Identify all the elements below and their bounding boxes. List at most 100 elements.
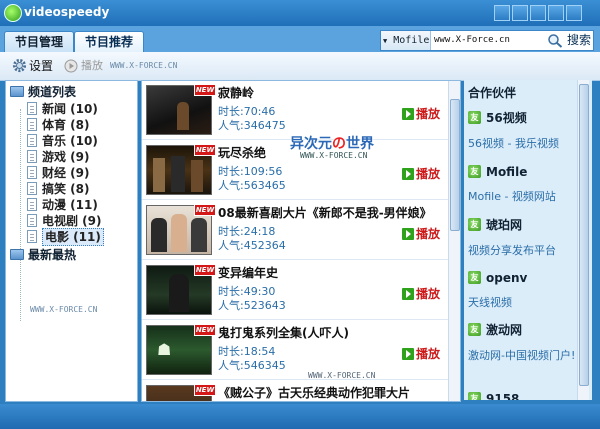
scrollbar-thumb[interactable]: [450, 99, 460, 231]
status-bar: [0, 404, 600, 429]
minimize-button[interactable]: [530, 5, 546, 21]
search-engine-select[interactable]: ▼ Mofile: [381, 31, 431, 50]
tree-item-label: 新闻 (10): [42, 102, 98, 116]
play-button-label: 播放: [416, 167, 441, 181]
tree-item-label: 音乐 (10): [42, 134, 98, 148]
play-button-label: 播放: [416, 347, 441, 361]
video-title[interactable]: 变异编年史: [218, 264, 278, 281]
tree-guide-line: [20, 109, 21, 321]
video-row[interactable]: NEW 变异编年史 时长:49:30 人气:523643 播放: [142, 261, 448, 320]
tree-root-label: 频道列表: [28, 85, 77, 99]
play-icon: [402, 348, 414, 360]
search-engine-label: Mofile: [393, 35, 430, 46]
chevron-down-icon: ▼: [383, 37, 388, 45]
tree-item-label: 动漫 (11): [42, 198, 98, 212]
thumbnail-figure: [153, 158, 165, 192]
video-row[interactable]: NEW 寂静岭 时长:70:46 人气:346475 播放: [142, 81, 448, 140]
tree-item-label: 体育 (8): [42, 118, 90, 132]
play-icon: [402, 108, 414, 120]
video-title[interactable]: 鬼打鬼系列全集(人吓人): [218, 324, 349, 341]
thumbnail-figure: [151, 218, 167, 252]
scrollbar-thumb[interactable]: [579, 84, 589, 386]
new-badge: NEW: [194, 144, 216, 156]
thumbnail-figure: [171, 214, 187, 252]
tree-item-label: 电影 (11): [42, 228, 104, 246]
play-icon: [402, 228, 414, 240]
video-row[interactable]: NEW 《贼公子》古天乐经典动作犯罪大片: [142, 381, 448, 401]
toolbar: 设置 播放 WWW.X-FORCE.CN: [0, 52, 600, 81]
new-badge: NEW: [194, 264, 216, 276]
list-watermark: WWW.X-FORCE.CN: [308, 371, 376, 380]
video-title[interactable]: 08最新喜剧大片《新郎不是我-男伴娘》: [218, 204, 432, 221]
tree-item-label: 游戏 (9): [42, 150, 90, 164]
tree-item-label: 电视剧 (9): [42, 214, 102, 228]
video-title[interactable]: 玩尽杀绝: [218, 144, 266, 161]
video-popularity: 人气:452364: [218, 239, 286, 252]
play-icon: [402, 168, 414, 180]
partners-scrollbar[interactable]: [577, 80, 589, 400]
search-icon: [548, 34, 563, 48]
menu-button[interactable]: [512, 5, 528, 21]
sidebar-watermark: WWW.X-FORCE.CN: [30, 305, 98, 314]
partner-icon: 友: [468, 165, 481, 178]
search-button[interactable]: 搜索: [545, 30, 593, 51]
search-button-label: 搜索: [567, 33, 592, 47]
app-logo-icon: [4, 4, 22, 22]
partner-link[interactable]: 天线视频: [468, 295, 576, 310]
new-badge: NEW: [194, 204, 216, 216]
play-button-label: 播放: [416, 227, 441, 241]
partner-link[interactable]: 56视频 - 我乐视频: [468, 136, 576, 151]
partners-header: 合作伙伴: [468, 86, 517, 100]
play-button-label: 播放: [416, 107, 441, 121]
video-row[interactable]: NEW 08最新喜剧大片《新郎不是我-男伴娘》 时长:24:18 人气:4523…: [142, 201, 448, 260]
partner-icon: 友: [468, 323, 481, 336]
partner-name: 琥珀网: [486, 218, 523, 232]
partner-name: 9158: [486, 392, 520, 400]
document-icon: [27, 134, 37, 147]
video-popularity: 人气:346475: [218, 119, 286, 132]
partner-link[interactable]: 视频分享发布平台: [468, 243, 576, 258]
new-badge: NEW: [194, 384, 216, 396]
video-list: NEW 寂静岭 时长:70:46 人气:346475 播放 NEW 玩尽杀绝 时…: [141, 80, 461, 402]
thumbnail-figure: [191, 160, 203, 192]
thumbnail-figure: [169, 274, 189, 312]
play-circle-icon: [64, 59, 78, 73]
thumbnail-figure: ☗: [157, 340, 172, 359]
thumbnail-figure: [177, 102, 189, 130]
document-icon: [27, 102, 37, 115]
partner-name: Mofile: [486, 165, 528, 179]
video-title[interactable]: 寂静岭: [218, 84, 254, 101]
partner-icon: 友: [468, 111, 481, 124]
partner-link[interactable]: 激动网-中国视频门户!: [468, 348, 576, 363]
partner-icon: 友: [468, 271, 481, 284]
document-icon: [27, 166, 37, 179]
partner-link[interactable]: Mofile - 视频网站: [468, 189, 576, 204]
watermark-logo-part: の: [332, 136, 346, 152]
tree-item-label: 财经 (9): [42, 166, 90, 180]
thumbnail-figure: [191, 218, 207, 252]
video-row[interactable]: ☗ NEW 鬼打鬼系列全集(人吓人) 时长:18:54 人气:546345 播放: [142, 321, 448, 380]
maximize-button[interactable]: [548, 5, 564, 21]
video-popularity: 人气:523643: [218, 299, 286, 312]
folder-icon: [10, 249, 24, 260]
video-title[interactable]: 《贼公子》古天乐经典动作犯罪大片: [218, 384, 410, 401]
tab-recommended[interactable]: 节目推荐: [74, 31, 145, 53]
video-popularity: 人气:563465: [218, 179, 286, 192]
tab-program-management[interactable]: 节目管理: [4, 31, 75, 53]
play-label: 播放: [81, 59, 103, 72]
video-list-scrollbar[interactable]: [448, 81, 460, 401]
skin-button[interactable]: [494, 5, 510, 21]
partner-name: openv: [486, 271, 528, 285]
video-popularity: 人气:546345: [218, 359, 286, 372]
watermark-logo-part: 世界: [346, 136, 374, 152]
document-icon: [27, 118, 37, 131]
new-badge: NEW: [194, 84, 216, 96]
partner-name: 56视频: [486, 111, 527, 125]
document-icon: [27, 182, 37, 195]
new-badge: NEW: [194, 324, 216, 336]
search-box: ▼ Mofile 搜索: [380, 30, 594, 51]
thumbnail-figure: [171, 156, 185, 192]
search-input[interactable]: [434, 31, 542, 50]
close-button[interactable]: [566, 5, 582, 21]
toolbar-watermark: WWW.X-FORCE.CN: [110, 61, 178, 70]
